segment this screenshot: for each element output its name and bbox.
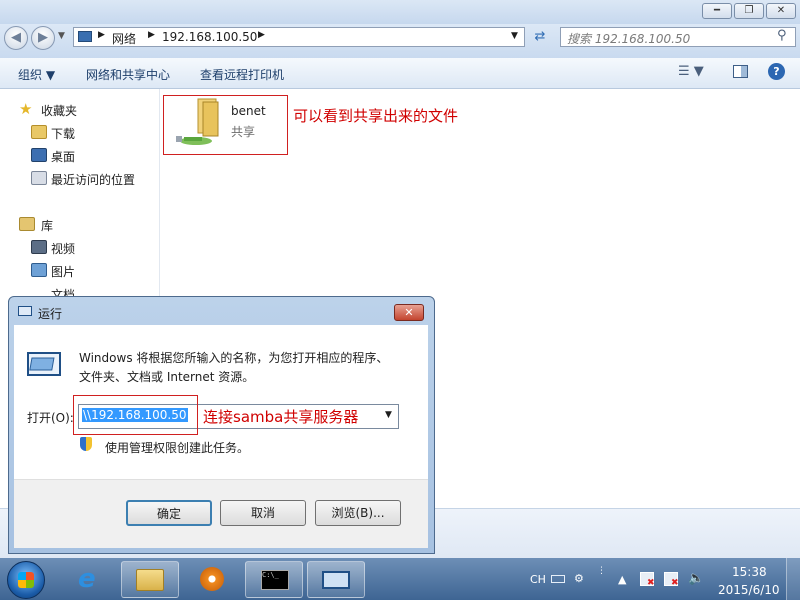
share-annotation: 可以看到共享出来的文件 (293, 107, 459, 125)
view-remote-printers-button[interactable]: 查看远程打印机 (200, 66, 284, 83)
desktop-icon (31, 148, 47, 162)
run-dialog-title: 运行 (38, 307, 63, 321)
media-player-icon (200, 567, 224, 591)
back-button[interactable]: ◀ (4, 26, 28, 50)
preview-pane-icon[interactable] (733, 65, 748, 78)
run-taskbar-button[interactable] (307, 561, 365, 598)
search-icon[interactable]: ⚲ (777, 28, 787, 43)
keyboard-icon[interactable] (551, 575, 565, 583)
run-description-line2: 文件夹、文档或 Internet 资源。 (79, 370, 255, 384)
show-hidden-icons-icon[interactable]: ▲ (618, 573, 626, 586)
chevron-right-icon: ▶ (148, 30, 155, 40)
cmd-taskbar-button[interactable]: C:\_ (245, 561, 303, 598)
nav-desktop[interactable]: 桌面 (51, 148, 75, 165)
organize-menu[interactable]: 组织 ▼ (18, 66, 55, 83)
windows-logo-icon (18, 572, 34, 588)
cancel-button[interactable]: 取消 (220, 500, 306, 526)
media-player-taskbar-icon[interactable] (188, 561, 236, 598)
run-close-button[interactable]: ✕ (394, 304, 424, 321)
command-prompt-icon: C:\_ (261, 570, 289, 590)
ie-taskbar-icon[interactable]: e (68, 561, 116, 598)
view-options-icon[interactable]: ☰ ▼ (678, 64, 704, 79)
shared-folder-icon (176, 98, 219, 145)
admin-note: 使用管理权限创建此任务。 (105, 441, 250, 455)
start-button[interactable] (7, 561, 45, 599)
run-taskbar-icon (322, 571, 350, 589)
run-description-line1: Windows 将根据您所输入的名称，为您打开相应的程序、 (79, 351, 389, 365)
nav-favorites[interactable]: 收藏夹 (41, 102, 77, 119)
chevron-right-icon: ▶ (98, 30, 105, 40)
forward-button[interactable]: ▶ (31, 26, 55, 50)
browse-button[interactable]: 浏览(B)... (315, 500, 401, 526)
videos-icon (31, 240, 47, 254)
connect-annotation: 连接samba共享服务器 (203, 408, 359, 426)
uac-shield-icon (80, 437, 92, 451)
shared-folder-item[interactable]: benet 共享 (170, 97, 280, 151)
address-field[interactable]: ▶ 网络 ▶ 192.168.100.50 ▶ ▼ (73, 27, 525, 47)
network-sharing-center-button[interactable]: 网络和共享中心 (86, 66, 170, 83)
window-titlebar (0, 0, 800, 24)
action-center-warning-icon: ✖ (671, 578, 679, 588)
nav-pictures[interactable]: 图片 (51, 263, 75, 280)
chevron-right-icon: ▶ (258, 30, 265, 40)
history-dropdown-icon[interactable]: ▼ (58, 31, 65, 41)
search-input[interactable]: 搜索 192.168.100.50 ⚲ (560, 27, 796, 47)
show-desktop-button[interactable] (786, 558, 800, 600)
open-dropdown-icon[interactable]: ▼ (385, 410, 392, 420)
network-icon (78, 31, 92, 42)
search-placeholder: 搜索 192.168.100.50 (567, 32, 691, 46)
volume-muted-icon[interactable]: 🔈 (688, 571, 704, 586)
shared-folder-type: 共享 (231, 125, 256, 139)
network-error-icon: ✖ (647, 578, 655, 588)
recent-places-icon (31, 171, 47, 185)
ime-options-icon[interactable]: ⚙ (574, 572, 584, 585)
ime-menu-icon[interactable]: ⋮ (597, 566, 606, 576)
close-window-button[interactable]: ✕ (766, 3, 796, 19)
breadcrumb-network[interactable]: 网络 (112, 30, 136, 47)
address-dropdown-icon[interactable]: ▼ (511, 31, 518, 41)
help-icon[interactable]: ? (768, 63, 785, 80)
action-center-icon[interactable]: ✖ (664, 572, 679, 588)
pictures-icon (31, 263, 47, 277)
run-title-icon (18, 306, 32, 316)
ok-button[interactable]: 确定 (126, 500, 212, 526)
refresh-icon[interactable]: ⇄ (529, 27, 551, 47)
clock-date[interactable]: 2015/6/10 (718, 583, 780, 597)
maximize-button[interactable]: ❐ (734, 3, 764, 19)
libraries-icon (19, 217, 35, 231)
internet-explorer-icon: e (78, 564, 96, 594)
folder-icon (136, 569, 164, 591)
open-label: 打开(O): (27, 411, 74, 425)
taskbar (0, 558, 800, 600)
nav-downloads[interactable]: 下载 (51, 125, 75, 142)
nav-videos[interactable]: 视频 (51, 240, 75, 257)
nav-libraries[interactable]: 库 (41, 217, 53, 234)
language-indicator[interactable]: CH (530, 573, 546, 586)
breadcrumb-host[interactable]: 192.168.100.50 (162, 30, 257, 44)
downloads-folder-icon (31, 125, 47, 139)
address-highlight (73, 395, 198, 435)
explorer-taskbar-button[interactable] (121, 561, 179, 598)
shared-folder-name: benet (231, 104, 266, 118)
minimize-button[interactable]: ━ (702, 3, 732, 19)
network-status-icon[interactable]: ✖ (640, 572, 655, 588)
clock-time[interactable]: 15:38 (732, 565, 767, 579)
nav-recent-places[interactable]: 最近访问的位置 (51, 171, 135, 188)
favorites-star-icon: ★ (19, 100, 33, 118)
run-program-icon (27, 352, 61, 376)
